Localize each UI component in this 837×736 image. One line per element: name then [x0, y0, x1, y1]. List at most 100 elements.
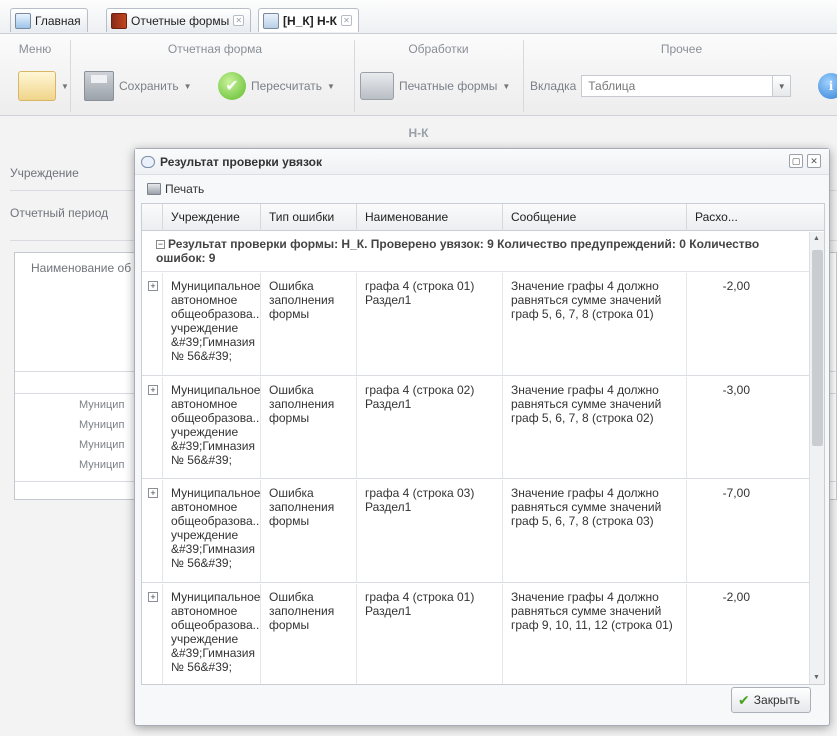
cell-name: графа 4 (строка 03) Раздел1: [356, 480, 502, 582]
table-row[interactable]: + Муниципальное автономное общеобразова.…: [142, 377, 810, 479]
column-message[interactable]: Сообщение: [502, 204, 686, 231]
table-row[interactable]: Муницип: [79, 399, 124, 411]
cell-name: графа 4 (строка 01) Раздел1: [356, 273, 502, 375]
cell-value: -3,00: [686, 377, 758, 478]
cell-message: Значение графы 4 должно равняться сумме …: [502, 377, 686, 478]
close-tab-icon[interactable]: ✕: [233, 15, 245, 26]
save-icon: [84, 71, 114, 101]
cell-name: графа 4 (строка 02) Раздел1: [356, 377, 502, 478]
cell-institution: Муниципальное автономное общеобразова...…: [162, 377, 260, 478]
print-button[interactable]: Печать: [165, 182, 204, 196]
maximize-icon[interactable]: ▢: [789, 154, 803, 168]
printer-icon: [147, 183, 161, 195]
table-row[interactable]: + Муниципальное автономное общеобразова.…: [142, 584, 810, 684]
chevron-down-icon: ▼: [327, 81, 335, 91]
link-icon: [141, 155, 155, 168]
book-icon: [111, 12, 127, 29]
results-grid: Учреждение Тип ошибки Наименование Сообщ…: [141, 203, 825, 685]
table-row[interactable]: Муницип: [79, 439, 124, 451]
table-icon: [263, 12, 279, 29]
table-row[interactable]: Муницип: [79, 419, 124, 431]
save-button[interactable]: Сохранить ▼: [84, 70, 192, 102]
group-summary-text: Результат проверки формы: Н_К. Проверено…: [156, 237, 760, 265]
info-button[interactable]: i: [818, 70, 837, 102]
cell-error-type: Ошибка заполнения формы: [260, 273, 356, 375]
menu-button[interactable]: ▼: [18, 70, 69, 102]
tab-home-label: Главная: [35, 13, 81, 28]
table-row[interactable]: + Муниципальное автономное общеобразова.…: [142, 480, 810, 583]
scroll-up-icon[interactable]: ▲: [813, 235, 820, 242]
cell-name: графа 4 (строка 01) Раздел1: [356, 584, 502, 684]
tab-report-forms[interactable]: Отчетные формы ✕: [106, 8, 252, 32]
institution-label: Учреждение: [10, 166, 79, 180]
close-button[interactable]: ✔ Закрыть: [731, 687, 811, 713]
chevron-down-icon: ▼: [183, 81, 192, 91]
tab-bar: Главная Отчетные формы ✕ [Н_К] Н-К ✕: [0, 0, 837, 34]
cell-error-type: Ошибка заполнения формы: [260, 480, 356, 582]
form-title: Н-К: [408, 126, 429, 140]
recalculate-label: Пересчитать: [251, 79, 322, 93]
expand-icon[interactable]: +: [148, 385, 158, 395]
group-report-form-title: Отчетная форма: [167, 42, 263, 56]
link-check-dialog: Результат проверки увязок ▢ ✕ Печать Учр…: [134, 148, 830, 726]
close-tab-icon[interactable]: ✕: [340, 15, 352, 26]
period-label: Отчетный период: [10, 206, 109, 220]
chevron-down-icon: ▼: [502, 81, 511, 91]
column-institution[interactable]: Учреждение: [162, 204, 260, 231]
tab-home[interactable]: Главная: [10, 8, 88, 32]
tab-select[interactable]: Таблица ▼: [581, 75, 792, 97]
recalculate-button[interactable]: ✔ Пересчитать ▼: [218, 70, 335, 102]
tab-nk[interactable]: [Н_К] Н-К ✕: [258, 8, 359, 32]
save-label: Сохранить: [119, 79, 179, 93]
cell-institution: Муниципальное автономное общеобразова...…: [162, 584, 260, 684]
table-row[interactable]: Муницип: [79, 459, 124, 471]
close-icon[interactable]: ✕: [807, 154, 821, 168]
column-error-type[interactable]: Тип ошибки: [260, 204, 356, 231]
cell-message: Значение графы 4 должно равняться сумме …: [502, 480, 686, 582]
tab-select-value: Таблица: [588, 79, 636, 93]
check-icon: ✔: [218, 72, 246, 100]
printer-icon: [360, 72, 394, 100]
cell-message: Значение графы 4 должно равняться сумме …: [502, 584, 686, 684]
scroll-down-icon[interactable]: ▼: [813, 674, 820, 681]
column-name[interactable]: Наименование: [356, 204, 502, 231]
home-icon: [15, 12, 31, 29]
ribbon-toolbar: Меню Отчетная форма Обработки Прочее ▼ С…: [0, 34, 837, 116]
chevron-down-icon[interactable]: ▼: [772, 76, 791, 96]
dialog-toolbar: Печать: [135, 175, 829, 203]
cell-error-type: Ошибка заполнения формы: [260, 584, 356, 684]
tab-nk-label: [Н_К] Н-К: [283, 13, 337, 28]
cell-institution: Муниципальное автономное общеобразова...…: [162, 480, 260, 582]
checkmark-icon: ✔: [738, 691, 750, 708]
print-forms-button[interactable]: Печатные формы ▼: [360, 70, 510, 102]
dialog-title: Результат проверки увязок: [160, 154, 323, 169]
info-icon: i: [818, 73, 837, 99]
tab-report-forms-label: Отчетные формы: [131, 13, 230, 28]
grid-header: Учреждение Тип ошибки Наименование Сообщ…: [142, 204, 824, 231]
cell-message: Значение графы 4 должно равняться сумме …: [502, 273, 686, 375]
column-expense[interactable]: Расхо...: [686, 204, 758, 231]
group-menu-title: Меню: [18, 42, 52, 56]
cell-value: -2,00: [686, 584, 758, 684]
group-separator: [523, 40, 524, 112]
scrollbar-thumb[interactable]: [812, 250, 823, 446]
chevron-down-icon: ▼: [61, 81, 69, 91]
expand-icon[interactable]: +: [148, 592, 158, 602]
group-other-title: Прочее: [660, 42, 703, 56]
collapse-icon[interactable]: −: [156, 240, 165, 249]
close-button-label: Закрыть: [753, 693, 800, 707]
expand-icon[interactable]: +: [148, 281, 158, 291]
cell-institution: Муниципальное автономное общеобразова...…: [162, 273, 260, 375]
table-row[interactable]: + Муниципальное автономное общеобразова.…: [142, 273, 810, 376]
folder-icon: [18, 71, 56, 101]
cell-value: -7,00: [686, 480, 758, 582]
group-separator: [70, 40, 71, 112]
group-summary-row[interactable]: − Результат проверки формы: Н_К. Проверен…: [142, 232, 810, 272]
vertical-scrollbar[interactable]: ▲ ▼: [809, 232, 824, 684]
tab-selector: Вкладка Таблица ▼: [530, 70, 792, 102]
tab-selector-label: Вкладка: [530, 79, 577, 93]
dialog-header: Результат проверки увязок: [135, 149, 829, 175]
expand-icon[interactable]: +: [148, 488, 158, 498]
cell-error-type: Ошибка заполнения формы: [260, 377, 356, 478]
group-separator: [354, 40, 355, 112]
